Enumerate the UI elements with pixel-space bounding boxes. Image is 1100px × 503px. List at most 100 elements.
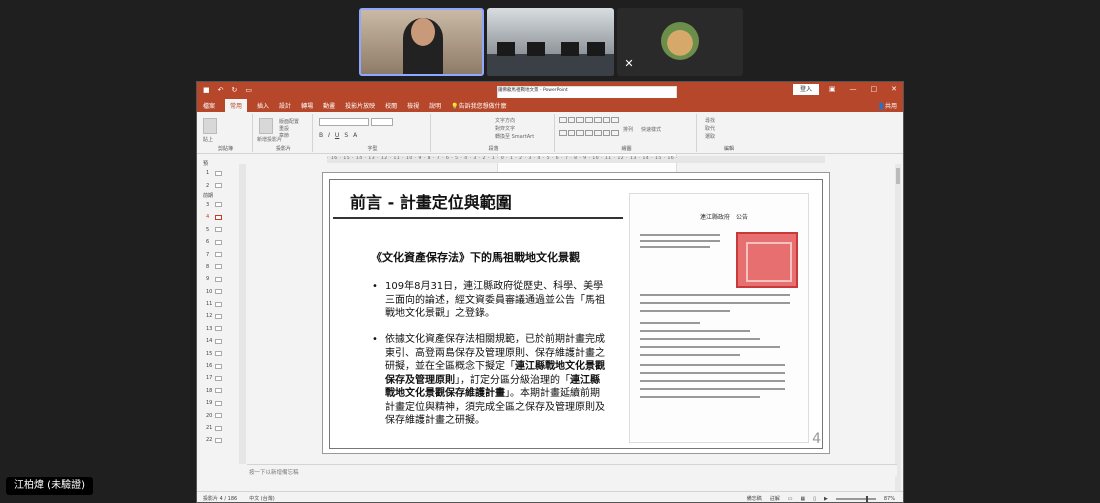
save-icon[interactable]: ■	[203, 86, 210, 94]
slideshow-view-icon[interactable]: ▶	[824, 496, 828, 502]
thumb-number: 7	[206, 251, 210, 258]
shapes-gallery[interactable]	[559, 117, 619, 141]
italic-icon[interactable]: I	[328, 132, 330, 139]
tab-animations[interactable]: 動畫	[323, 101, 335, 110]
minimize-icon[interactable]: —	[850, 85, 857, 93]
tab-review[interactable]: 校閱	[385, 101, 397, 110]
ribbon-display-icon[interactable]: ▣	[829, 85, 836, 93]
slide-thumb[interactable]: 14	[197, 335, 239, 347]
normal-view-icon[interactable]: ▭	[788, 496, 793, 502]
slide-title[interactable]: 前言 - 計畫定位與範圍	[350, 189, 512, 213]
arrange-button[interactable]: 排列	[623, 126, 633, 133]
slide-thumb[interactable]: 22	[197, 434, 239, 446]
close-icon[interactable]: ✕	[891, 85, 897, 93]
slide-thumb[interactable]: 17	[197, 372, 239, 384]
tell-me-search[interactable]: 💡告訴我您想做什麼	[451, 101, 507, 110]
font-format-buttons: B I U S A	[319, 132, 357, 139]
reading-view-icon[interactable]: ▯	[813, 496, 816, 502]
participant-video-1[interactable]	[359, 8, 484, 76]
thumb-number: 17	[206, 375, 213, 382]
quick-styles-button[interactable]: 快速樣式	[641, 126, 661, 133]
thumb-number: 10	[206, 288, 213, 295]
official-notice-image[interactable]: 連江縣政府 公告	[629, 193, 809, 443]
maximize-icon[interactable]: □	[871, 85, 878, 93]
signin-button[interactable]: 登入	[793, 84, 819, 95]
slide-thumb[interactable]: 3	[197, 199, 239, 211]
participant-video-2[interactable]	[487, 8, 614, 76]
tab-view[interactable]: 檢視	[407, 101, 419, 110]
tab-insert[interactable]: 插入	[257, 101, 269, 110]
slide-thumb[interactable]: 9	[197, 273, 239, 285]
vertical-scrollbar[interactable]	[895, 164, 901, 494]
text-line	[640, 246, 710, 248]
new-slide-icon[interactable]	[259, 118, 273, 134]
participant-video-3[interactable]: ✕	[617, 8, 743, 76]
find-button[interactable]: 尋找	[705, 117, 715, 124]
strikethrough-icon[interactable]: S	[344, 132, 348, 139]
undo-icon[interactable]: ↶	[218, 86, 224, 94]
status-bar: 投影片 4 / 186 中文 (台灣) 備忘稿 註解 ▭ ▦ ▯ ▶ 87%	[197, 491, 903, 502]
bullet-1[interactable]: • 109年8月31日，連江縣政府從歷史、科學、美學三面向的論述，經文資委員審議…	[372, 280, 609, 321]
slide-thumb[interactable]: 10	[197, 286, 239, 298]
redo-icon[interactable]: ↻	[232, 86, 238, 94]
bold-icon[interactable]: B	[319, 132, 323, 139]
slide-thumb[interactable]: 19	[197, 397, 239, 409]
status-left: 投影片 4 / 186 中文 (台灣)	[203, 495, 275, 502]
paste-icon[interactable]	[203, 118, 217, 134]
thumb-number: 20	[206, 412, 213, 419]
start-slideshow-icon[interactable]: ▭	[245, 86, 252, 94]
slide-thumb[interactable]: 11	[197, 298, 239, 310]
slide-thumb[interactable]: 5	[197, 224, 239, 236]
slide-thumb[interactable]: 13	[197, 323, 239, 335]
share-button[interactable]: 👤共用	[878, 101, 898, 110]
select-button[interactable]: 選取	[705, 133, 715, 140]
slide-thumb-active[interactable]: 4	[197, 211, 239, 223]
thumb-number: 13	[206, 325, 213, 332]
slide-subtitle[interactable]: 《文化資產保存法》下的馬祖戰地文化景觀	[371, 249, 580, 265]
reset-button[interactable]: 重設	[279, 125, 289, 132]
language-indicator[interactable]: 中文 (台灣)	[249, 495, 275, 502]
section-header[interactable]: 前期	[197, 192, 239, 199]
slide-thumb[interactable]: 12	[197, 310, 239, 322]
tab-home[interactable]: 常用	[225, 98, 248, 112]
slide-thumb[interactable]: 1	[197, 167, 239, 179]
section-header[interactable]: 預	[197, 160, 239, 167]
slide-thumb[interactable]: 6	[197, 236, 239, 248]
notes-pane[interactable]: 按一下以新增備忘稿	[247, 464, 897, 476]
slide-thumbnail-pane[interactable]: 預 1 2 前期 3 4 5 6 7 8 9 10 11 12 13 14 15…	[197, 160, 239, 460]
slide-thumb[interactable]: 2	[197, 179, 239, 191]
smartart-button[interactable]: 轉換至 SmartArt	[495, 133, 534, 140]
zoom-slider[interactable]	[835, 495, 876, 502]
tab-design[interactable]: 設計	[279, 101, 291, 110]
section-button[interactable]: 章節	[279, 132, 289, 139]
slide-canvas[interactable]: 前言 - 計畫定位與範圍 《文化資產保存法》下的馬祖戰地文化景觀 • 109年8…	[322, 172, 830, 454]
slide-thumb[interactable]: 18	[197, 385, 239, 397]
slide-thumb[interactable]: 16	[197, 360, 239, 372]
zoom-level[interactable]: 87%	[884, 496, 895, 502]
slide-thumb[interactable]: 20	[197, 409, 239, 421]
tab-file[interactable]: 檔案	[203, 101, 215, 110]
slide-thumb[interactable]: 7	[197, 248, 239, 260]
scrollbar-thumb[interactable]	[896, 168, 900, 184]
comments-button[interactable]: 註解	[770, 495, 780, 502]
align-text-button[interactable]: 對齊文字	[495, 125, 515, 132]
font-color-icon[interactable]: A	[353, 132, 357, 139]
share-label: 共用	[884, 102, 897, 110]
font-name-input[interactable]	[319, 118, 369, 126]
tab-transitions[interactable]: 轉場	[301, 101, 313, 110]
notes-button[interactable]: 備忘稿	[747, 495, 762, 502]
tab-help[interactable]: 說明	[429, 101, 441, 110]
tab-slideshow[interactable]: 投影片放映	[345, 101, 375, 110]
thumb-number: 9	[206, 276, 210, 283]
sorter-view-icon[interactable]: ▦	[801, 496, 806, 502]
underline-icon[interactable]: U	[335, 132, 339, 139]
slide-thumb[interactable]: 8	[197, 261, 239, 273]
bullet-2[interactable]: • 依據文化資產保存法相關規範，已於前期計畫完成東引、高登兩島保存及管理原則、保…	[372, 333, 609, 428]
text-direction-button[interactable]: 文字方向	[495, 117, 515, 124]
mic-off-icon: ✕	[624, 57, 634, 70]
slide-thumb[interactable]: 21	[197, 422, 239, 434]
replace-button[interactable]: 取代	[705, 125, 715, 132]
layout-button[interactable]: 版面配置	[279, 118, 299, 125]
slide-thumb[interactable]: 15	[197, 347, 239, 359]
font-size-input[interactable]	[371, 118, 393, 126]
